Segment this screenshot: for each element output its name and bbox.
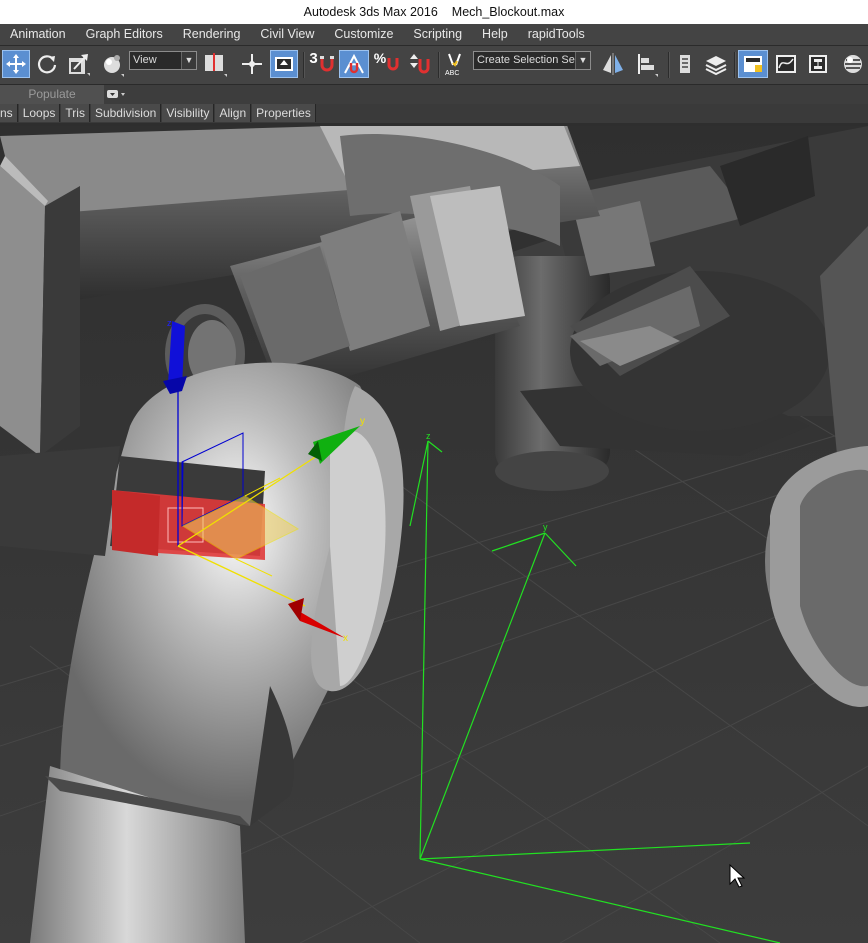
angle-snap-toggle-button[interactable] — [339, 50, 369, 78]
ribbon-tabs-row: Populate — [0, 85, 868, 104]
scale-icon — [66, 51, 92, 77]
scene-explorer-button[interactable] — [672, 50, 698, 78]
chevron-down-icon: ▼ — [181, 52, 196, 69]
select-and-scale-button[interactable] — [64, 50, 94, 78]
percent-snap-label: % — [373, 50, 387, 66]
chevron-down-icon: ▼ — [575, 52, 590, 69]
named-selection-placeholder: Create Selection Se — [477, 54, 575, 66]
percent-snap-toggle-button[interactable]: % — [372, 50, 402, 78]
menu-bar: Animation Graph Editors Rendering Civil … — [0, 24, 868, 46]
main-toolbar: View ▼ 3 % ABC Create Selection Se ▼ — [0, 46, 868, 85]
curve-editor-icon — [774, 52, 798, 76]
helper-y-label: y — [543, 522, 548, 532]
menu-help[interactable]: Help — [472, 24, 518, 45]
menu-civil-view[interactable]: Civil View — [250, 24, 324, 45]
menu-animation[interactable]: Animation — [0, 24, 76, 45]
schematic-view-button[interactable] — [804, 50, 832, 78]
magnet-icon — [386, 56, 400, 72]
helper-z-label: z — [426, 431, 431, 441]
gizmo-z-label: z — [167, 318, 172, 328]
select-and-rotate-button[interactable] — [33, 50, 61, 78]
title-bar: Autodesk 3ds Max 2016 Mech_Blockout.max — [0, 0, 868, 24]
ribbon-panel-row: ns Loops Tris Subdivision Visibility Ali… — [0, 104, 868, 123]
pivot-center-icon — [202, 51, 228, 77]
toolbar-separator — [734, 52, 736, 78]
move-icon — [5, 53, 27, 75]
ribbon-options-icon[interactable] — [106, 89, 128, 100]
menu-rendering[interactable]: Rendering — [173, 24, 251, 45]
menu-scripting[interactable]: Scripting — [403, 24, 472, 45]
rotate-icon — [35, 52, 59, 76]
toolbar-separator — [668, 52, 670, 78]
panel-tab-subdivision[interactable]: Subdivision — [90, 104, 162, 122]
material-sphere-icon — [840, 51, 866, 77]
align-icon — [634, 51, 660, 77]
menu-graph-editors[interactable]: Graph Editors — [76, 24, 173, 45]
magnet-icon — [319, 55, 335, 73]
panel-tab-align[interactable]: Align — [215, 104, 252, 122]
reference-coordinate-dropdown[interactable]: View ▼ — [129, 51, 197, 70]
snaps-toggle-button[interactable]: 3 — [307, 50, 337, 78]
menu-customize[interactable]: Customize — [324, 24, 403, 45]
gizmo-y-label: y — [360, 416, 365, 427]
reference-coordinate-value: View — [133, 54, 157, 66]
menu-rapidtools[interactable]: rapidTools — [518, 24, 595, 45]
edit-named-selection-button[interactable]: ABC — [442, 50, 470, 78]
align-button[interactable] — [632, 50, 662, 78]
gizmo-x-label: x — [343, 633, 348, 644]
named-selection-sets-dropdown[interactable]: Create Selection Se ▼ — [473, 51, 591, 70]
material-editor-button[interactable] — [838, 50, 868, 78]
spinner-snap-icon — [406, 51, 432, 77]
mirror-button[interactable] — [598, 50, 628, 78]
select-and-move-button[interactable] — [2, 50, 30, 78]
schematic-icon — [806, 52, 830, 76]
toolbar-separator — [438, 52, 440, 78]
spinner-snap-toggle-button[interactable] — [404, 50, 434, 78]
mirror-icon — [600, 51, 626, 77]
crosshair-icon — [240, 52, 264, 76]
keyboard-shortcut-icon — [273, 53, 295, 75]
angle-snap-icon — [341, 51, 367, 77]
panel-tab-items[interactable]: ns — [0, 104, 18, 122]
toolbar-separator — [303, 52, 305, 78]
panel-tab-properties[interactable]: Properties — [252, 104, 316, 122]
edit-named-selection-icon: ABC — [444, 51, 468, 77]
snap-value: 3 — [309, 50, 318, 67]
place-icon — [99, 51, 125, 77]
select-and-place-button[interactable] — [98, 50, 126, 78]
panel-tab-visibility[interactable]: Visibility — [162, 104, 215, 122]
abc-label: ABC — [445, 70, 460, 77]
app-title: Autodesk 3ds Max 2016 — [303, 5, 438, 19]
layers-icon — [703, 52, 729, 76]
tab-populate[interactable]: Populate — [0, 85, 104, 104]
perspective-viewport[interactable]: z y x z y — [0, 126, 868, 943]
panel-tab-loops[interactable]: Loops — [18, 104, 61, 122]
file-name: Mech_Blockout.max — [451, 5, 565, 19]
toggle-ribbon-button[interactable] — [738, 50, 768, 78]
list-icon — [675, 52, 695, 76]
curve-editor-button[interactable] — [772, 50, 800, 78]
viewport-scene[interactable]: z y x z y — [0, 126, 868, 943]
keyboard-shortcut-override-button[interactable] — [270, 50, 298, 78]
left-bracket — [0, 156, 80, 456]
panel-tab-tris[interactable]: Tris — [61, 104, 90, 122]
layer-explorer-button[interactable] — [702, 50, 730, 78]
manipulate-button[interactable] — [238, 50, 266, 78]
ribbon-icon — [741, 52, 765, 76]
use-pivot-center-button[interactable] — [200, 50, 230, 78]
